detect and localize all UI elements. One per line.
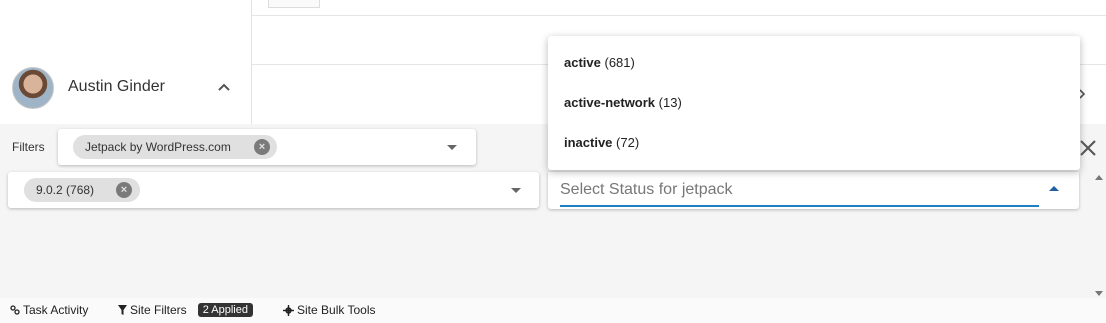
status-focus-underline xyxy=(560,205,1039,207)
task-activity-button[interactable]: Task Activity xyxy=(10,303,88,317)
applied-badge: 2 Applied xyxy=(197,303,253,317)
option-count: (72) xyxy=(616,135,640,150)
version-chip: 9.0.2 (768) × xyxy=(24,178,140,202)
gear-icon xyxy=(283,304,294,316)
caret-down-icon[interactable] xyxy=(511,188,521,193)
caret-down-icon[interactable] xyxy=(447,145,457,150)
site-bulk-tools-label: Site Bulk Tools xyxy=(297,303,376,317)
status-option-active-network[interactable]: active-network (13) xyxy=(564,95,682,110)
site-filters-label: Site Filters xyxy=(130,303,187,317)
site-filters-button[interactable]: Site Filters 2 Applied xyxy=(118,303,253,317)
thumbnail xyxy=(268,0,320,8)
caret-up-icon[interactable] xyxy=(1049,186,1059,191)
bottom-toolbar: Task Activity Site Filters 2 Applied Sit… xyxy=(0,298,1106,323)
status-option-inactive[interactable]: inactive (72) xyxy=(564,135,639,150)
cancel-circle-icon[interactable]: × xyxy=(254,139,270,155)
plugin-chip: Jetpack by WordPress.com × xyxy=(73,135,277,159)
task-activity-icon xyxy=(10,305,20,315)
filter-icon xyxy=(118,305,127,315)
user-name: Austin Ginder xyxy=(68,78,165,95)
scroll-up-arrow[interactable] xyxy=(1095,175,1103,180)
divider xyxy=(252,15,1106,16)
option-count: (681) xyxy=(604,55,635,70)
close-icon[interactable] xyxy=(1078,138,1098,158)
option-name: inactive xyxy=(564,135,613,150)
user-avatar[interactable] xyxy=(12,67,54,109)
status-option-active[interactable]: active (681) xyxy=(564,55,635,70)
filters-label: Filters xyxy=(12,140,45,154)
option-count: (13) xyxy=(658,95,682,110)
chevron-up-icon[interactable] xyxy=(214,77,234,97)
plugin-select[interactable]: Jetpack by WordPress.com × xyxy=(58,129,476,165)
site-bulk-tools-button[interactable]: Site Bulk Tools xyxy=(283,303,376,317)
status-input[interactable]: Select Status for jetpack xyxy=(560,181,733,199)
plugin-chip-label: Jetpack by WordPress.com xyxy=(85,140,231,154)
option-name: active-network xyxy=(564,95,656,110)
option-name: active xyxy=(564,55,601,70)
status-dropdown-menu: active (681) active-network (13) inactiv… xyxy=(548,36,1080,170)
scroll-down-arrow[interactable] xyxy=(1095,291,1103,296)
version-select[interactable]: 9.0.2 (768) × xyxy=(8,172,539,208)
version-chip-label: 9.0.2 (768) xyxy=(36,183,95,197)
task-activity-label: Task Activity xyxy=(23,303,89,317)
cancel-circle-icon[interactable]: × xyxy=(116,182,132,198)
